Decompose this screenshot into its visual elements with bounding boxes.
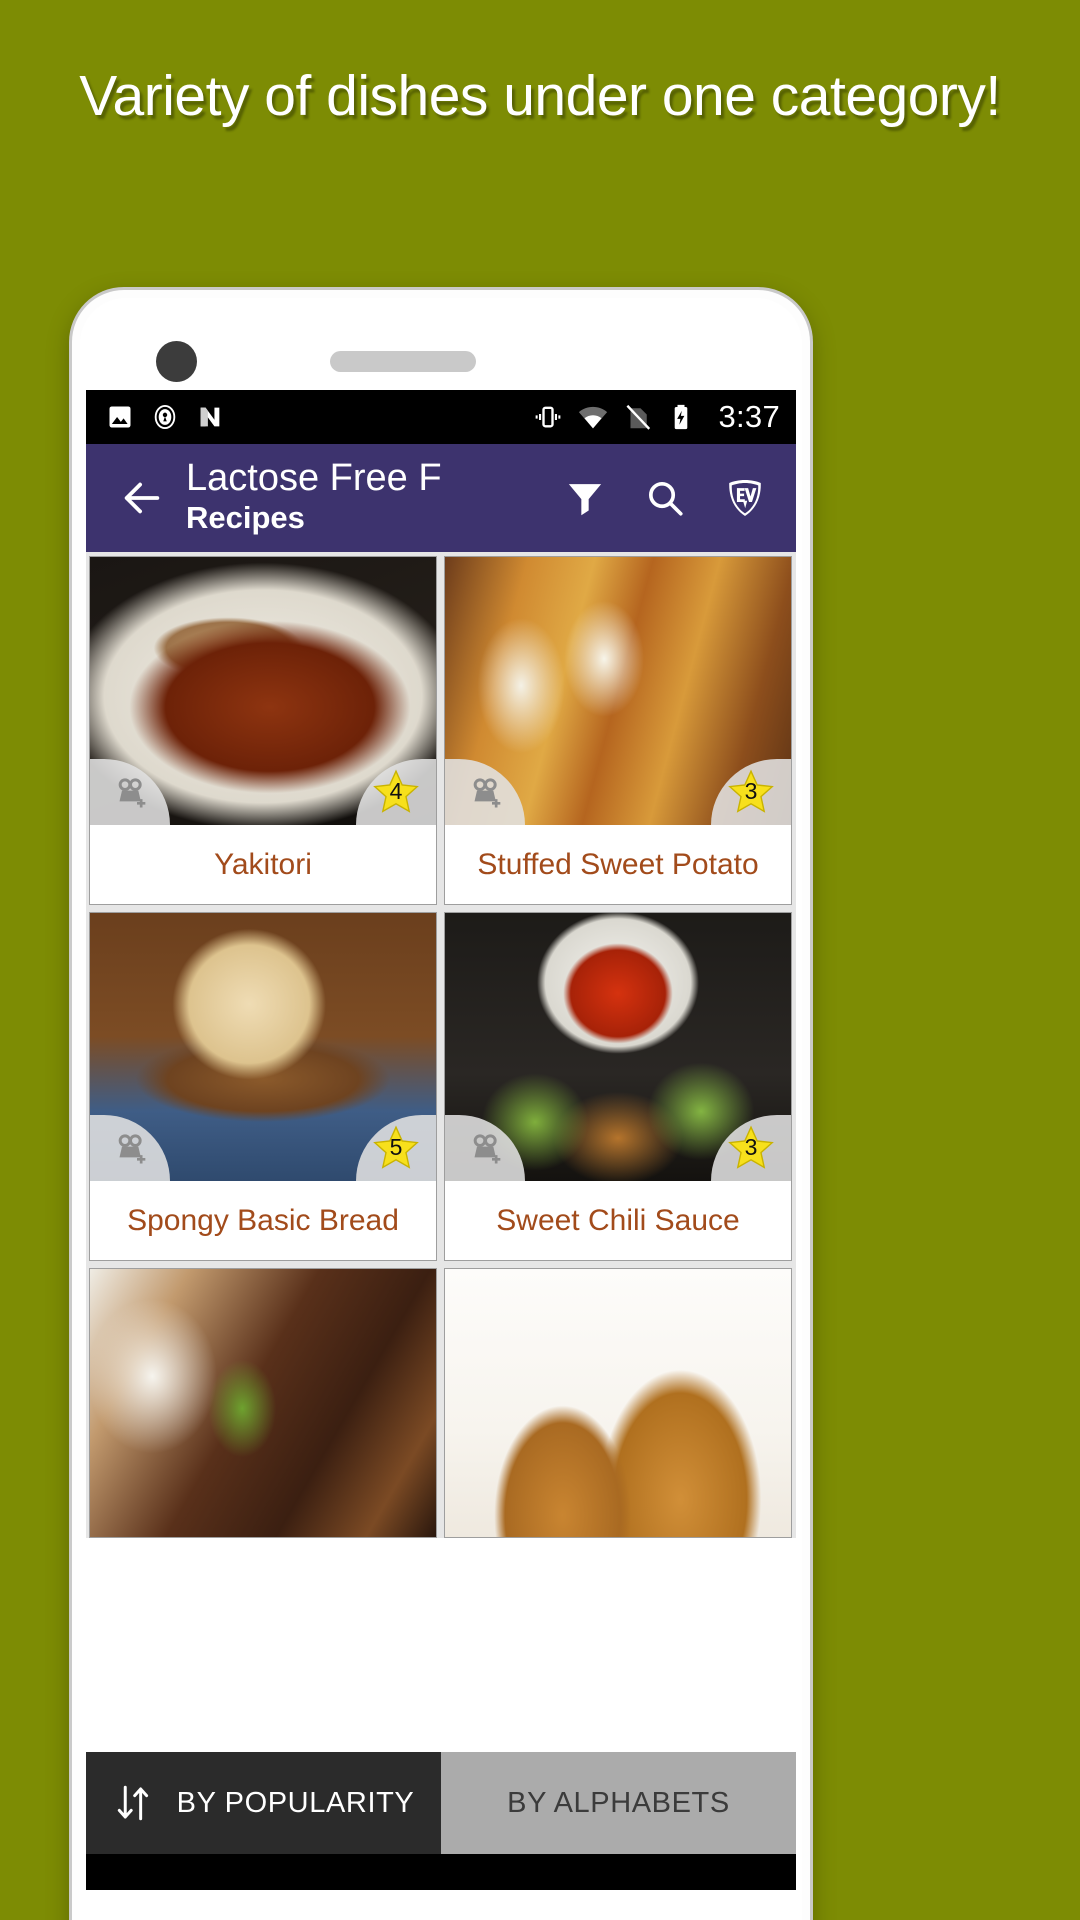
no-sim-icon xyxy=(626,404,651,430)
rating-value: 3 xyxy=(744,778,758,804)
wifi-icon xyxy=(579,406,608,429)
recipe-thumbnail: 4 xyxy=(90,557,436,825)
sort-updown-icon xyxy=(117,1785,148,1821)
recipe-card[interactable] xyxy=(444,1268,792,1538)
recipe-card[interactable]: 5 Spongy Basic Bread xyxy=(89,912,437,1261)
battery-charging-icon xyxy=(675,404,688,430)
rating-value: 4 xyxy=(389,778,403,804)
promo-headline: Variety of dishes under one category! xyxy=(79,64,1001,128)
search-button[interactable] xyxy=(628,461,702,535)
front-camera-icon xyxy=(156,341,197,382)
star-badge: 4 xyxy=(371,768,421,816)
rating-value: 3 xyxy=(744,1134,758,1160)
add-to-collection-icon xyxy=(473,778,501,808)
shield-location-icon xyxy=(154,404,176,430)
ev-logo-button[interactable] xyxy=(708,461,782,535)
phone-top-bezel xyxy=(80,298,802,390)
android-status-bar: 3:37 xyxy=(86,390,796,444)
recipe-card[interactable]: 3 Sweet Chili Sauce xyxy=(444,912,792,1261)
recipe-photo xyxy=(90,1269,436,1537)
add-to-collection-icon xyxy=(118,1134,146,1164)
status-bar-left-icons xyxy=(106,403,224,431)
filter-icon xyxy=(568,484,602,516)
recipe-thumbnail: 3 xyxy=(445,913,791,1181)
star-badge: 5 xyxy=(371,1124,421,1172)
app-bar-titles: Lactose Free F Recipes xyxy=(180,458,548,538)
star-badge: 3 xyxy=(726,768,776,816)
rating-value: 5 xyxy=(389,1134,403,1160)
recipe-title: Sweet Chili Sauce xyxy=(445,1181,791,1260)
search-icon xyxy=(648,481,683,516)
back-button[interactable] xyxy=(104,460,180,536)
tab-by-alphabets[interactable]: BY ALPHABETS xyxy=(441,1752,796,1854)
status-bar-right-icons: 3:37 xyxy=(533,399,780,435)
recipe-title: Stuffed Sweet Potato xyxy=(445,825,791,904)
recipe-card[interactable] xyxy=(89,1268,437,1538)
app-bar: Lactose Free F Recipes xyxy=(86,444,796,552)
sort-tab-bar: BY POPULARITY BY ALPHABETS xyxy=(86,1752,796,1854)
app-bar-actions xyxy=(548,461,782,535)
recipe-grid: 4 Yakitori 3 Stuffed Sweet Potato 5 Spon… xyxy=(86,552,796,1538)
recipe-thumbnail xyxy=(90,1269,436,1537)
navigation-bar xyxy=(86,1854,796,1890)
phone-device-inner: 3:37 Lactose Free F Recipes 4 Yakitori 3… xyxy=(80,298,802,1920)
tab-label: BY ALPHABETS xyxy=(507,1786,730,1819)
recipe-card[interactable]: 3 Stuffed Sweet Potato xyxy=(444,556,792,905)
page-title: Lactose Free F xyxy=(186,458,442,500)
recipe-photo xyxy=(445,1269,791,1537)
page-subtitle: Recipes xyxy=(186,500,305,536)
image-icon xyxy=(109,406,131,428)
add-to-collection-icon xyxy=(118,778,146,808)
status-bar-clock: 3:37 xyxy=(718,399,780,434)
back-arrow-icon xyxy=(124,482,160,514)
recipe-thumbnail: 3 xyxy=(445,557,791,825)
recipe-card[interactable]: 4 Yakitori xyxy=(89,556,437,905)
star-badge: 3 xyxy=(726,1124,776,1172)
recipe-thumbnail: 5 xyxy=(90,913,436,1181)
add-to-collection-icon xyxy=(473,1134,501,1164)
tab-by-popularity[interactable]: BY POPULARITY xyxy=(86,1752,441,1854)
recipe-title: Spongy Basic Bread xyxy=(90,1181,436,1260)
nova-launcher-icon xyxy=(200,407,220,427)
recipe-thumbnail xyxy=(445,1269,791,1537)
vibrate-icon xyxy=(536,406,561,428)
phone-device-frame: 3:37 Lactose Free F Recipes 4 Yakitori 3… xyxy=(72,290,810,1920)
recipe-title: Yakitori xyxy=(90,825,436,904)
phone-screen: 3:37 Lactose Free F Recipes 4 Yakitori 3… xyxy=(86,390,796,1890)
ev-logo-icon xyxy=(729,480,761,516)
earpiece-speaker xyxy=(330,351,476,372)
filter-button[interactable] xyxy=(548,461,622,535)
tab-label: BY POPULARITY xyxy=(176,1786,415,1819)
